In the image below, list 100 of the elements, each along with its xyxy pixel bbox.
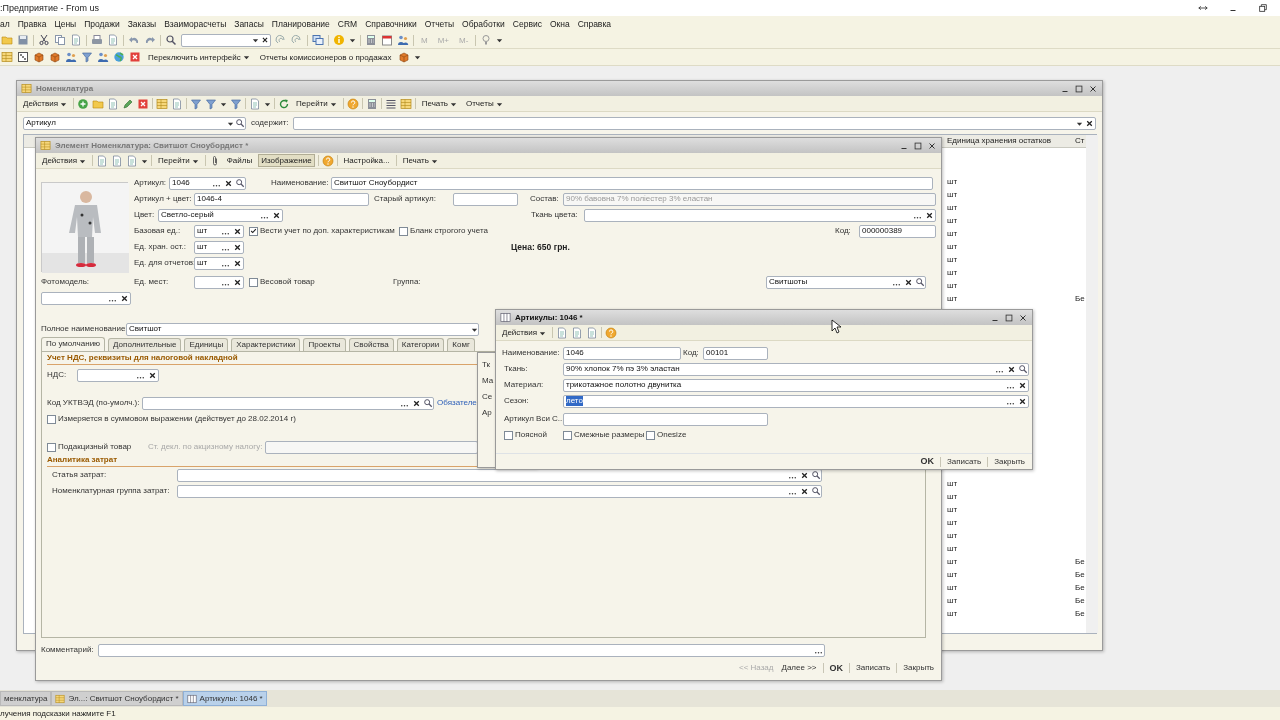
input-field[interactable]: 90% хлопок 7% пэ 3% эластан — [563, 362, 1029, 376]
people-icon[interactable] — [97, 51, 109, 63]
delete-icon[interactable] — [129, 51, 141, 63]
scissors-icon[interactable] — [38, 34, 50, 46]
filter-field[interactable]: Артикул — [23, 116, 246, 130]
maximize-icon[interactable] — [913, 140, 923, 151]
maximize-icon[interactable] — [1074, 83, 1084, 94]
table-icon[interactable] — [156, 97, 169, 110]
help-icon[interactable] — [321, 154, 334, 167]
input-field[interactable] — [453, 192, 518, 206]
restore-icon[interactable] — [1258, 3, 1268, 13]
box-icon[interactable] — [49, 51, 61, 63]
menu-button[interactable]: Печать — [418, 96, 460, 111]
taskbar-button[interactable]: Эл...: Свитшот Сноубордист * — [51, 691, 183, 706]
tab[interactable]: Характеристики — [231, 338, 301, 351]
document-icon[interactable] — [571, 326, 584, 339]
footer-button[interactable]: Записать — [945, 456, 984, 467]
menu-button[interactable]: Переключить интерфейс — [145, 50, 253, 64]
globe-icon[interactable] — [113, 51, 125, 63]
checkbox[interactable] — [646, 430, 655, 440]
tab[interactable]: Категории — [396, 338, 445, 351]
help-icon[interactable] — [605, 326, 618, 339]
menu-item[interactable]: Правка — [17, 18, 47, 30]
document-icon[interactable] — [556, 326, 569, 339]
menu-button[interactable]: Перейти — [293, 96, 340, 111]
input-field[interactable] — [142, 396, 434, 410]
document-icon[interactable] — [586, 326, 599, 339]
help-icon[interactable] — [346, 97, 359, 110]
input-field[interactable]: шт — [194, 240, 244, 254]
input-field[interactable]: 1046-4 — [194, 192, 369, 206]
redo-icon[interactable] — [144, 34, 156, 46]
input-field[interactable] — [177, 468, 822, 482]
input-field[interactable]: 00101 — [703, 346, 768, 360]
checkbox[interactable] — [47, 442, 56, 452]
tab[interactable]: Проекты — [303, 338, 346, 351]
menu-item[interactable]: Справочники — [365, 18, 417, 30]
document-icon[interactable] — [111, 154, 124, 167]
people-icon[interactable] — [397, 34, 409, 46]
menu-item[interactable]: Запасы — [234, 18, 264, 30]
menu-item[interactable]: ал — [0, 18, 10, 30]
search-icon[interactable] — [235, 178, 245, 188]
input-field[interactable]: Свитшоты — [766, 275, 926, 289]
toolbar-button[interactable]: Изображение — [258, 154, 315, 167]
people-icon[interactable] — [65, 51, 77, 63]
resize-icon[interactable] — [1198, 3, 1208, 13]
maximize-icon[interactable] — [1004, 312, 1014, 323]
input-field[interactable]: 1046 — [563, 346, 681, 360]
menu-item[interactable]: Цены — [54, 18, 77, 30]
menu-item[interactable]: Планирование — [271, 18, 330, 30]
menu-button[interactable]: Печать — [399, 153, 441, 168]
document-icon[interactable] — [107, 34, 119, 46]
input-field[interactable] — [177, 484, 822, 498]
calendar-icon[interactable] — [381, 34, 393, 46]
input-field[interactable]: шт — [194, 224, 244, 238]
windows-icon[interactable] — [312, 34, 324, 46]
menu-button[interactable]: Перейти — [155, 153, 202, 168]
menu-button[interactable]: Действия — [20, 96, 71, 111]
tab[interactable]: Свойства — [348, 338, 394, 351]
search-icon[interactable] — [423, 398, 433, 408]
copy-icon[interactable] — [54, 34, 66, 46]
filter-icon[interactable] — [81, 51, 93, 63]
search-icon[interactable] — [235, 118, 245, 128]
calculator-icon[interactable] — [365, 97, 378, 110]
tab[interactable]: Единицы — [184, 338, 229, 351]
dice-icon[interactable] — [17, 51, 29, 63]
vertical-scrollbar[interactable] — [1086, 135, 1098, 633]
link[interactable]: Обязателе — [437, 398, 477, 408]
arc-icon[interactable] — [275, 34, 287, 46]
footer-button[interactable]: Далее >> — [779, 663, 819, 673]
printer-icon[interactable] — [91, 34, 103, 46]
checkbox[interactable] — [399, 226, 408, 236]
search-icon[interactable] — [165, 34, 177, 46]
search-icon[interactable] — [811, 486, 821, 496]
footer-button[interactable]: Записать — [854, 663, 893, 673]
menu-button[interactable]: Действия — [499, 325, 550, 340]
toolbar-button[interactable]: Файлы — [223, 154, 256, 167]
photo-model-field[interactable] — [41, 291, 131, 305]
document-icon[interactable] — [96, 154, 109, 167]
menu-item[interactable]: Сервис — [512, 18, 542, 30]
menu-item[interactable]: Продажи — [84, 18, 120, 30]
delete-icon[interactable] — [137, 97, 150, 110]
folder-icon[interactable] — [1, 34, 13, 46]
menu-item[interactable]: Заказы — [127, 18, 157, 30]
input-field[interactable]: лето — [563, 394, 1029, 408]
input-field[interactable]: шт — [194, 256, 244, 270]
list-icon[interactable] — [384, 97, 397, 110]
search-field[interactable] — [292, 116, 1096, 130]
menu-item[interactable]: Окна — [549, 18, 570, 30]
calculator-icon[interactable] — [365, 34, 377, 46]
checkbox[interactable] — [249, 277, 258, 287]
checkbox[interactable] — [47, 414, 56, 424]
close-icon[interactable] — [1088, 83, 1098, 94]
input-field[interactable]: Свитшот Сноубордист — [331, 176, 933, 190]
toolbar-button[interactable]: Отчеты комиссионеров о продажах — [256, 50, 395, 64]
checkbox[interactable] — [504, 430, 513, 440]
refresh-icon[interactable] — [278, 97, 291, 110]
checkbox[interactable] — [249, 226, 258, 236]
footer-button[interactable]: Закрыть — [901, 663, 936, 673]
input-field[interactable]: 000000389 — [859, 224, 936, 238]
menu-item[interactable]: Отчеты — [424, 18, 455, 30]
